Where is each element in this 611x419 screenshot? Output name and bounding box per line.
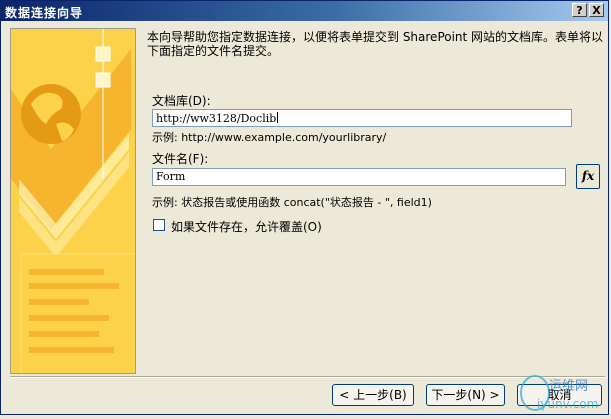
watermark-url-text: iyunv.com [537,397,598,411]
overwrite-checkbox[interactable] [153,219,165,231]
filename-example-text: 示例: 状态报告或使用函数 concat("状态报告 - ", field1) [152,196,432,209]
library-example-text: 示例: http://www.example.com/yourlibrary/ [152,131,387,144]
watermark-site-text: 运维网 [549,379,588,394]
next-button[interactable]: 下一步(N) > [426,384,505,406]
wizard-side-illustration [10,28,136,374]
dialog-window: 数据连接向导 ? X 本向导帮助您指定数据连接，以便将表单提交到 SharePo… [0,0,609,415]
library-label: 文档库(D): [152,94,211,108]
filename-value: Form [156,170,186,183]
library-url-input[interactable]: http://ww3128/Doclib [152,109,572,127]
title-bar[interactable]: 数据连接向导 ? X [1,1,608,21]
library-url-value: http://ww3128/Doclib [156,112,277,125]
insert-formula-button[interactable]: fx [576,164,600,189]
help-button[interactable]: ? [572,3,587,17]
overwrite-checkbox-label[interactable]: 如果文件存在，允许覆盖(O) [171,218,322,235]
text-caret [277,112,279,123]
close-button[interactable]: X [589,3,604,17]
window-title: 数据连接向导 [5,6,84,20]
back-button[interactable]: < 上一步(B) [332,384,414,406]
intro-text: 本向导帮助您指定数据连接，以便将表单提交到 SharePoint 网站的文档库。… [147,30,604,58]
filename-input[interactable]: Form [152,168,566,186]
filename-label: 文件名(F): [152,152,209,166]
watermark-logo: 运维网 iyunv.com [515,371,610,416]
